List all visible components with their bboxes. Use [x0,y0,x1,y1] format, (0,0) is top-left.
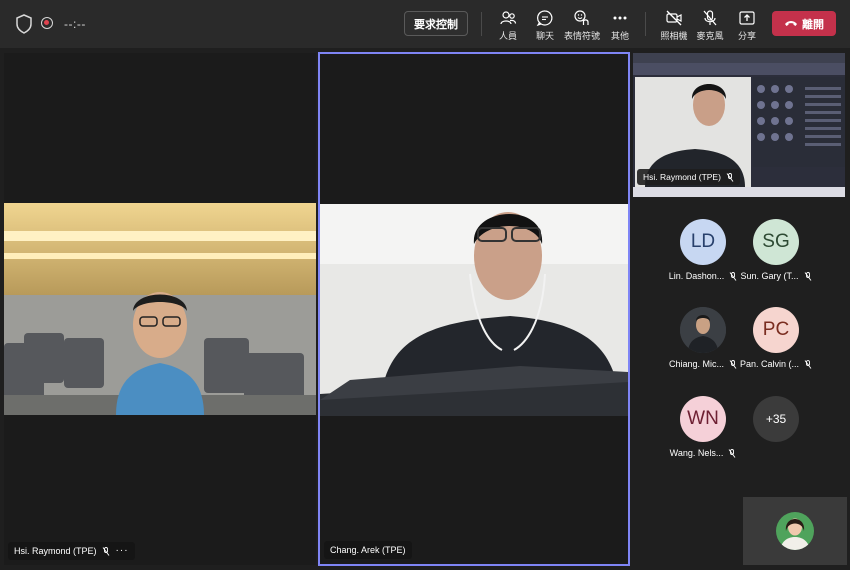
avatar-initials: LD [690,231,716,252]
chat-button[interactable]: 聊天 [525,6,565,44]
preview-grid [753,77,845,167]
mic-muted-icon [728,448,736,458]
participant-name-tag: Hsi. Raymond (TPE) ··· [8,542,135,560]
presenter-name-tag: Hsi. Raymond (TPE) [637,169,740,185]
meeting-toolbar: --:-- 要求控制 人員 聊天 表情符號 其他 照相機 麥克風 分享 離開 [0,0,850,48]
participant-video [320,204,628,416]
mic-muted-icon [726,172,734,182]
people-label: 人員 [498,31,517,41]
more-participants-button[interactable]: +35 [740,396,812,442]
more-label: 其他 [610,31,629,41]
chat-label: 聊天 [535,31,554,41]
more-options-icon[interactable]: ··· [116,542,129,560]
avatar: PC [753,307,799,353]
video-tile-left[interactable]: Hsi. Raymond (TPE) ··· [4,53,316,565]
share-label: 分享 [737,31,756,41]
mic-muted-icon [804,359,812,369]
mic-muted-icon [729,359,737,369]
preview-taskbar [633,187,845,197]
more-dots-icon [613,16,627,20]
participant-name: Wang. Nels... [669,448,724,458]
avatar: +35 [753,396,799,442]
avatar: WN [680,396,726,442]
participant-name-tag: Pan. Calvin (... [740,359,812,369]
mic-muted-icon [804,271,811,281]
participant-avatar-tile[interactable]: Chiang. Mic... [667,307,739,369]
leave-label: 離開 [802,18,824,31]
reactions-icon [574,10,589,25]
meeting-timer: --:-- [64,17,86,31]
avatar [680,307,726,353]
participant-name-tag: Chang. Arek (TPE) [324,541,412,559]
participant-name: Lin. Dashon... [668,271,725,281]
mic-muted-icon [729,271,737,281]
preview-toolbar [633,63,845,75]
share-button[interactable]: 分享 [727,6,767,44]
participant-name: Pan. Calvin (... [740,359,800,369]
camera-button[interactable]: 照相機 [654,6,694,44]
profile-photo [680,307,726,353]
video-tile-active-speaker[interactable]: Chang. Arek (TPE) [318,52,630,566]
leave-button[interactable]: 離開 [772,11,836,36]
preview-titlebar [633,53,845,63]
avatar-initials: WN [687,408,719,429]
participant-name-tag: Lin. Dashon... [667,271,739,281]
avatar-initials: SG [762,231,790,252]
participant-name-tag: Sun. Gary (T... [740,271,812,281]
request-control-button[interactable]: 要求控制 [404,11,468,36]
presenter-name: Hsi. Raymond (TPE) [643,172,721,182]
avatar: SG [753,219,799,265]
participant-name-tag: Wang. Nels... [667,448,739,458]
participant-name: Chiang. Mic... [668,359,725,369]
participant-avatar-tile[interactable]: PC Pan. Calvin (... [740,307,812,369]
more-button[interactable]: 其他 [600,6,640,44]
recording-indicator-icon [41,17,53,29]
avatar-initials: PC [762,319,790,340]
people-button[interactable]: 人員 [488,6,528,44]
participant-video [4,203,316,415]
chat-icon [536,10,553,27]
avatar: LD [680,219,726,265]
people-icon [500,11,517,25]
participant-name: Sun. Gary (T... [740,271,799,281]
reactions-label: 表情符號 [563,31,600,41]
self-view-tile[interactable] [743,497,847,565]
camera-off-icon [666,10,682,26]
mic-off-icon [703,10,717,26]
reactions-button[interactable]: 表情符號 [562,6,602,44]
toolbar-divider [481,12,482,36]
share-tray-icon [739,11,755,25]
camera-label: 照相機 [660,31,688,41]
microphone-label: 麥克風 [696,31,724,41]
mic-muted-icon [102,546,109,556]
participant-avatar-tile[interactable]: LD Lin. Dashon... [667,219,739,281]
toolbar-divider [645,12,646,36]
participant-avatar-tile[interactable]: WN Wang. Nels... [667,396,739,458]
participant-name-tag: Chiang. Mic... [667,359,739,369]
microphone-button[interactable]: 麥克風 [690,6,730,44]
shield-icon [16,14,32,34]
participant-avatar-tile[interactable]: SG Sun. Gary (T... [740,219,812,281]
hang-up-icon [785,20,797,26]
more-participants-count: +35 [765,412,787,426]
participant-name: Hsi. Raymond (TPE) [14,546,97,556]
participant-name: Chang. Arek (TPE) [330,545,406,555]
self-profile-photo [776,512,814,550]
shared-screen-preview[interactable]: Hsi. Raymond (TPE) [633,53,845,197]
